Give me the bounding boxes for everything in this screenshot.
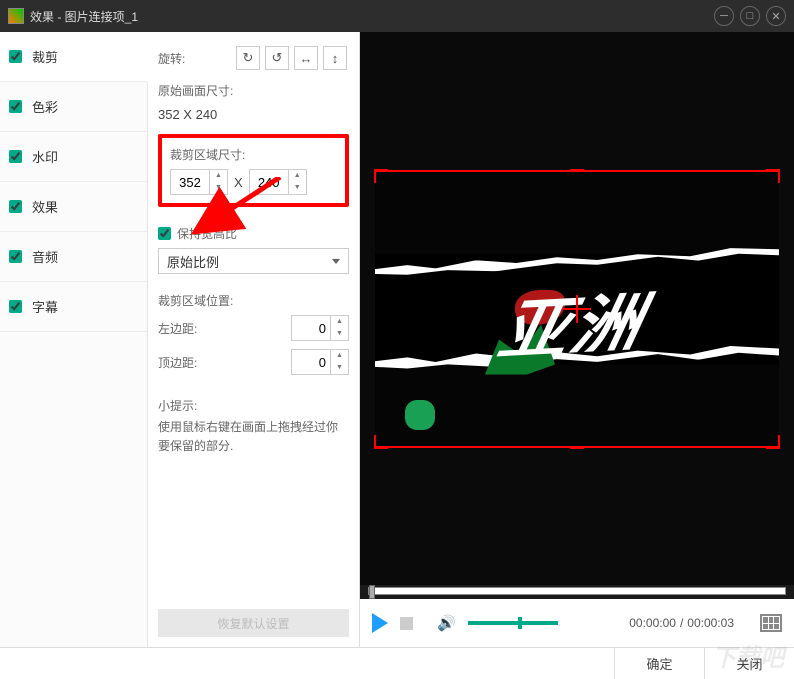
sidebar-label: 水印 [32, 147, 58, 166]
sidebar-label: 色彩 [32, 97, 58, 116]
crop-pos-label: 裁剪区域位置: [158, 292, 349, 309]
rotate-label: 旋转: [158, 50, 236, 67]
timeline[interactable] [360, 585, 794, 599]
sidebar-check-effect[interactable] [9, 200, 22, 213]
sidebar-item-crop[interactable]: 裁剪 [0, 32, 148, 82]
top-margin-input[interactable] [292, 355, 330, 370]
preview-panel: 亚洲 🔊 00:00:00 / 00:00:03 [359, 32, 794, 647]
sidebar-check-watermark[interactable] [9, 150, 22, 163]
spin-down-icon[interactable]: ▼ [209, 182, 227, 194]
keep-ratio-checkbox[interactable] [158, 227, 171, 240]
spin-down-icon[interactable]: ▼ [288, 182, 306, 194]
sidebar-check-crop[interactable] [9, 50, 22, 63]
sidebar-label: 效果 [32, 197, 58, 216]
footer: 确定 关闭 [0, 647, 794, 679]
keep-ratio-label: 保持宽高比 [177, 225, 237, 242]
ratio-select[interactable]: 原始比例 [158, 248, 349, 274]
restore-defaults-button[interactable]: 恢复默认设置 [158, 609, 349, 637]
sidebar-check-audio[interactable] [9, 250, 22, 263]
time-total: 00:00:03 [687, 616, 734, 630]
orig-size-value: 352 X 240 [158, 107, 349, 122]
crop-size-label: 裁剪区域尺寸: [170, 146, 337, 163]
player-controls: 🔊 00:00:00 / 00:00:03 [360, 599, 794, 647]
spin-up-icon[interactable]: ▲ [209, 170, 227, 182]
title-bar: 效果 - 图片连接项_1 ─ □ ✕ [0, 0, 794, 32]
sidebar-item-color[interactable]: 色彩 [0, 82, 147, 132]
close-footer-button[interactable]: 关闭 [704, 648, 794, 679]
ratio-value: 原始比例 [167, 252, 219, 271]
play-button[interactable] [372, 613, 388, 633]
left-margin-input[interactable] [292, 321, 330, 336]
spin-up-icon[interactable]: ▲ [330, 316, 348, 328]
sidebar-check-subtitle[interactable] [9, 300, 22, 313]
close-button[interactable]: ✕ [766, 6, 786, 26]
crop-width-stepper[interactable]: ▲▼ [170, 169, 228, 195]
crop-size-highlight: 裁剪区域尺寸: ▲▼ X ▲▼ [158, 134, 349, 207]
sidebar-item-watermark[interactable]: 水印 [0, 132, 147, 182]
timeline-knob[interactable] [369, 585, 375, 599]
volume-knob[interactable] [518, 617, 522, 629]
video-area[interactable]: 亚洲 [360, 32, 794, 585]
sidebar-label: 音频 [32, 247, 58, 266]
stop-button[interactable] [400, 617, 413, 630]
video-frame[interactable]: 亚洲 [375, 170, 779, 448]
orig-size-label: 原始画面尺寸: [158, 82, 349, 99]
spin-up-icon[interactable]: ▲ [288, 170, 306, 182]
window-title: 效果 - 图片连接项_1 [30, 8, 708, 25]
sidebar-item-audio[interactable]: 音频 [0, 232, 147, 282]
tip-text: 使用鼠标右键在画面上拖拽经过你要保留的部分. [158, 418, 349, 456]
snapshot-button[interactable] [760, 614, 782, 632]
spin-up-icon[interactable]: ▲ [330, 350, 348, 362]
left-margin-stepper[interactable]: ▲▼ [291, 315, 349, 341]
sidebar-check-color[interactable] [9, 100, 22, 113]
crop-height-stepper[interactable]: ▲▼ [249, 169, 307, 195]
spin-down-icon[interactable]: ▼ [330, 328, 348, 340]
minimize-button[interactable]: ─ [714, 6, 734, 26]
ok-button[interactable]: 确定 [614, 648, 704, 679]
sidebar-label: 字幕 [32, 297, 58, 316]
spin-down-icon[interactable]: ▼ [330, 362, 348, 374]
rotate-ccw-button[interactable]: ↺ [265, 46, 289, 70]
time-sep: / [680, 616, 683, 630]
volume-icon[interactable]: 🔊 [437, 614, 456, 632]
volume-slider[interactable] [468, 621, 558, 625]
sidebar-item-subtitle[interactable]: 字幕 [0, 282, 147, 332]
crop-width-input[interactable] [171, 175, 209, 190]
rotate-cw-button[interactable]: ↻ [236, 46, 260, 70]
app-icon [8, 8, 24, 24]
left-margin-label: 左边距: [158, 320, 218, 337]
top-margin-label: 顶边距: [158, 354, 218, 371]
sidebar: 裁剪 色彩 水印 效果 音频 字幕 [0, 32, 148, 647]
sidebar-item-effect[interactable]: 效果 [0, 182, 147, 232]
top-margin-stepper[interactable]: ▲▼ [291, 349, 349, 375]
flip-h-button[interactable]: ↔ [294, 46, 318, 70]
dimension-x: X [234, 175, 243, 190]
chevron-down-icon [332, 259, 340, 264]
sidebar-label: 裁剪 [32, 47, 58, 66]
crop-height-input[interactable] [250, 175, 288, 190]
maximize-button[interactable]: □ [740, 6, 760, 26]
settings-panel: 旋转: ↻ ↺ ↔ ↕ 原始画面尺寸: 352 X 240 裁剪区域尺寸: ▲▼… [148, 32, 359, 647]
time-current: 00:00:00 [629, 616, 676, 630]
tip-label: 小提示: [158, 397, 349, 414]
flip-v-button[interactable]: ↕ [323, 46, 347, 70]
